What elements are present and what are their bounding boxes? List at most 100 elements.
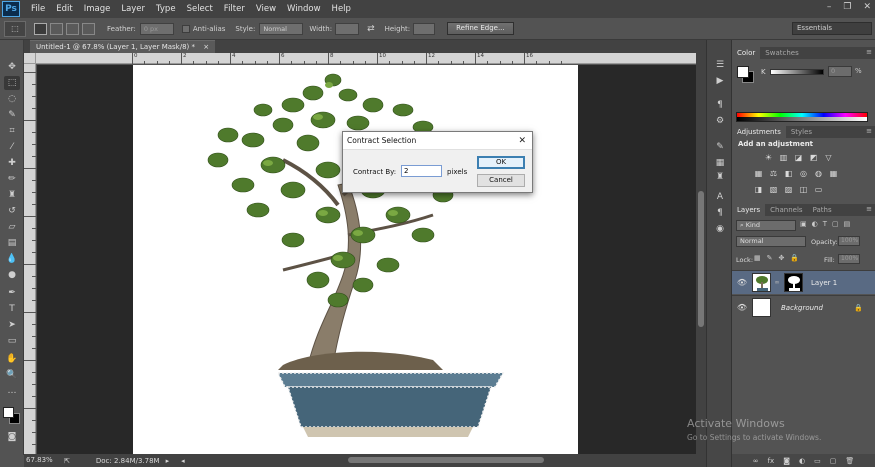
menu-window[interactable]: Window (287, 4, 321, 14)
tool-preset-picker[interactable]: ⬚ (4, 20, 26, 37)
cancel-button[interactable]: Cancel (477, 174, 525, 187)
layer-mask-thumbnail[interactable] (784, 273, 803, 292)
path-selection-tool-icon[interactable]: ➤ (4, 318, 20, 332)
delete-layer-icon[interactable]: 🗑 (845, 457, 854, 465)
close-window-button[interactable]: ✕ (863, 2, 871, 12)
actions-panel-icon[interactable]: ▶ (712, 74, 728, 88)
antialias-checkbox[interactable] (181, 24, 190, 33)
gradient-map-icon[interactable]: ▭ (812, 184, 825, 196)
clone-stamp-tool-icon[interactable]: ♜ (4, 188, 20, 202)
dialog-title-bar[interactable]: Contract Selection ✕ (343, 132, 532, 150)
status-share-icon[interactable]: ⇱ (64, 457, 70, 465)
pen-tool-icon[interactable]: ✒ (4, 286, 20, 300)
tab-paths[interactable]: Paths (808, 204, 837, 216)
intersect-selection-button[interactable] (82, 22, 95, 35)
tool-presets-icon[interactable]: A (712, 190, 728, 204)
style-select[interactable]: Normal (259, 22, 304, 35)
blur-tool-icon[interactable]: 💧 (4, 252, 20, 266)
type-tool-icon[interactable]: T (4, 302, 20, 316)
brush-panel-icon[interactable]: ✎ (712, 140, 728, 154)
new-group-icon[interactable]: ▭ (814, 457, 821, 465)
gradient-tool-icon[interactable]: ▤ (4, 236, 20, 250)
posterize-icon[interactable]: ▧ (767, 184, 780, 196)
status-menu-arrow-icon[interactable]: ▸ (166, 457, 170, 465)
lock-transparent-icon[interactable]: ▦ (754, 254, 761, 262)
menu-type[interactable]: Type (156, 4, 176, 14)
document-tab-close-icon[interactable]: × (203, 43, 209, 51)
vertical-scroll-thumb[interactable] (698, 191, 704, 327)
menu-select[interactable]: Select (187, 4, 213, 14)
opacity-input[interactable]: 100% (838, 236, 860, 246)
vertical-scrollbar[interactable] (696, 53, 706, 454)
menu-help[interactable]: Help (332, 4, 351, 14)
color-panel-menu-icon[interactable]: ≡ (866, 48, 872, 56)
selective-color-icon[interactable]: ◫ (797, 184, 810, 196)
exposure-icon[interactable]: ◩ (807, 152, 820, 164)
refine-edge-button[interactable]: Refine Edge... (447, 22, 514, 35)
properties-panel-icon[interactable]: ⚙ (712, 114, 728, 128)
subtract-selection-button[interactable] (66, 22, 79, 35)
height-input[interactable] (413, 22, 436, 35)
add-mask-icon[interactable]: ◙ (783, 457, 790, 465)
mask-link-icon[interactable]: ∞ (773, 279, 781, 286)
k-channel-slider[interactable] (770, 69, 824, 75)
layer-filter-kind-select[interactable]: ⌕ Kind (736, 220, 796, 231)
history-panel-icon[interactable]: ☰ (712, 58, 728, 72)
brightness-contrast-icon[interactable]: ☀ (762, 152, 775, 164)
dialog-close-icon[interactable]: ✕ (518, 132, 526, 150)
marquee-tool-icon[interactable]: ⬚ (4, 76, 20, 90)
link-layers-icon[interactable]: ∞ (753, 457, 759, 465)
menu-filter[interactable]: Filter (224, 4, 245, 14)
tab-swatches[interactable]: Swatches (760, 47, 803, 59)
black-white-icon[interactable]: ◧ (782, 168, 795, 180)
layer-row-layer-1[interactable]: 👁 ∞ Layer 1 (732, 270, 875, 294)
menu-layer[interactable]: Layer (121, 4, 145, 14)
scroll-left-icon[interactable]: ◂ (181, 457, 185, 465)
filter-smart-icon[interactable]: ▤ (844, 220, 851, 228)
menu-view[interactable]: View (256, 4, 276, 14)
move-tool-icon[interactable]: ✥ (4, 60, 20, 74)
tab-adjustments[interactable]: Adjustments (732, 126, 786, 138)
invert-icon[interactable]: ◨ (752, 184, 765, 196)
hand-tool-icon[interactable]: ✋ (4, 352, 20, 366)
workspace-switcher[interactable]: Essentials (792, 22, 872, 35)
contract-by-input[interactable]: 2 (401, 165, 442, 177)
menu-file[interactable]: File (31, 4, 45, 14)
lock-position-icon[interactable]: ✥ (779, 254, 785, 262)
tab-color[interactable]: Color (732, 47, 761, 59)
eyedropper-tool-icon[interactable]: ⁄ (4, 140, 20, 154)
layer-row-background[interactable]: 👁 Background 🔒 (732, 295, 875, 319)
eraser-tool-icon[interactable]: ▱ (4, 220, 20, 234)
zoom-tool-icon[interactable]: 🔍 (4, 368, 20, 382)
clone-source-icon[interactable]: ♜ (712, 170, 728, 184)
lasso-tool-icon[interactable]: ◌ (4, 92, 20, 106)
crop-tool-icon[interactable]: ⌗ (4, 124, 20, 138)
layer-thumbnail[interactable] (752, 298, 771, 317)
lock-pixels-icon[interactable]: ✎ (767, 254, 773, 262)
color-foreground-swatch[interactable] (737, 66, 749, 78)
paragraph-panel-icon[interactable]: ¶ (712, 206, 728, 220)
brush-presets-icon[interactable]: ▦ (712, 156, 728, 170)
photo-filter-icon[interactable]: ◎ (797, 168, 810, 180)
filter-pixel-icon[interactable]: ▣ (800, 220, 807, 228)
info-panel-icon[interactable]: ◉ (712, 222, 728, 236)
feather-input[interactable]: 0 px (139, 22, 174, 35)
new-adjustment-icon[interactable]: ◐ (799, 457, 805, 465)
tab-channels[interactable]: Channels (765, 204, 807, 216)
ok-button[interactable]: OK (477, 156, 525, 169)
blend-mode-select[interactable]: Normal (736, 236, 806, 247)
tab-styles[interactable]: Styles (786, 126, 817, 138)
horizontal-ruler[interactable]: 0 2 4 6 8 10 12 14 16 (36, 53, 696, 64)
menu-image[interactable]: Image (84, 4, 111, 14)
swap-icon[interactable]: ⇄ (367, 24, 375, 34)
filter-type-icon[interactable]: T (823, 220, 827, 228)
minimize-button[interactable]: – (827, 2, 832, 12)
tab-layers[interactable]: Layers (732, 204, 766, 216)
new-layer-icon[interactable]: ▢ (830, 457, 837, 465)
layer-name[interactable]: Layer 1 (811, 279, 837, 287)
layer-thumbnail[interactable] (752, 273, 771, 292)
zoom-level-field[interactable]: 67.83% (24, 455, 56, 466)
curves-icon[interactable]: ◪ (792, 152, 805, 164)
layer-name[interactable]: Background (781, 304, 823, 312)
lock-all-icon[interactable]: 🔒 (790, 254, 799, 262)
